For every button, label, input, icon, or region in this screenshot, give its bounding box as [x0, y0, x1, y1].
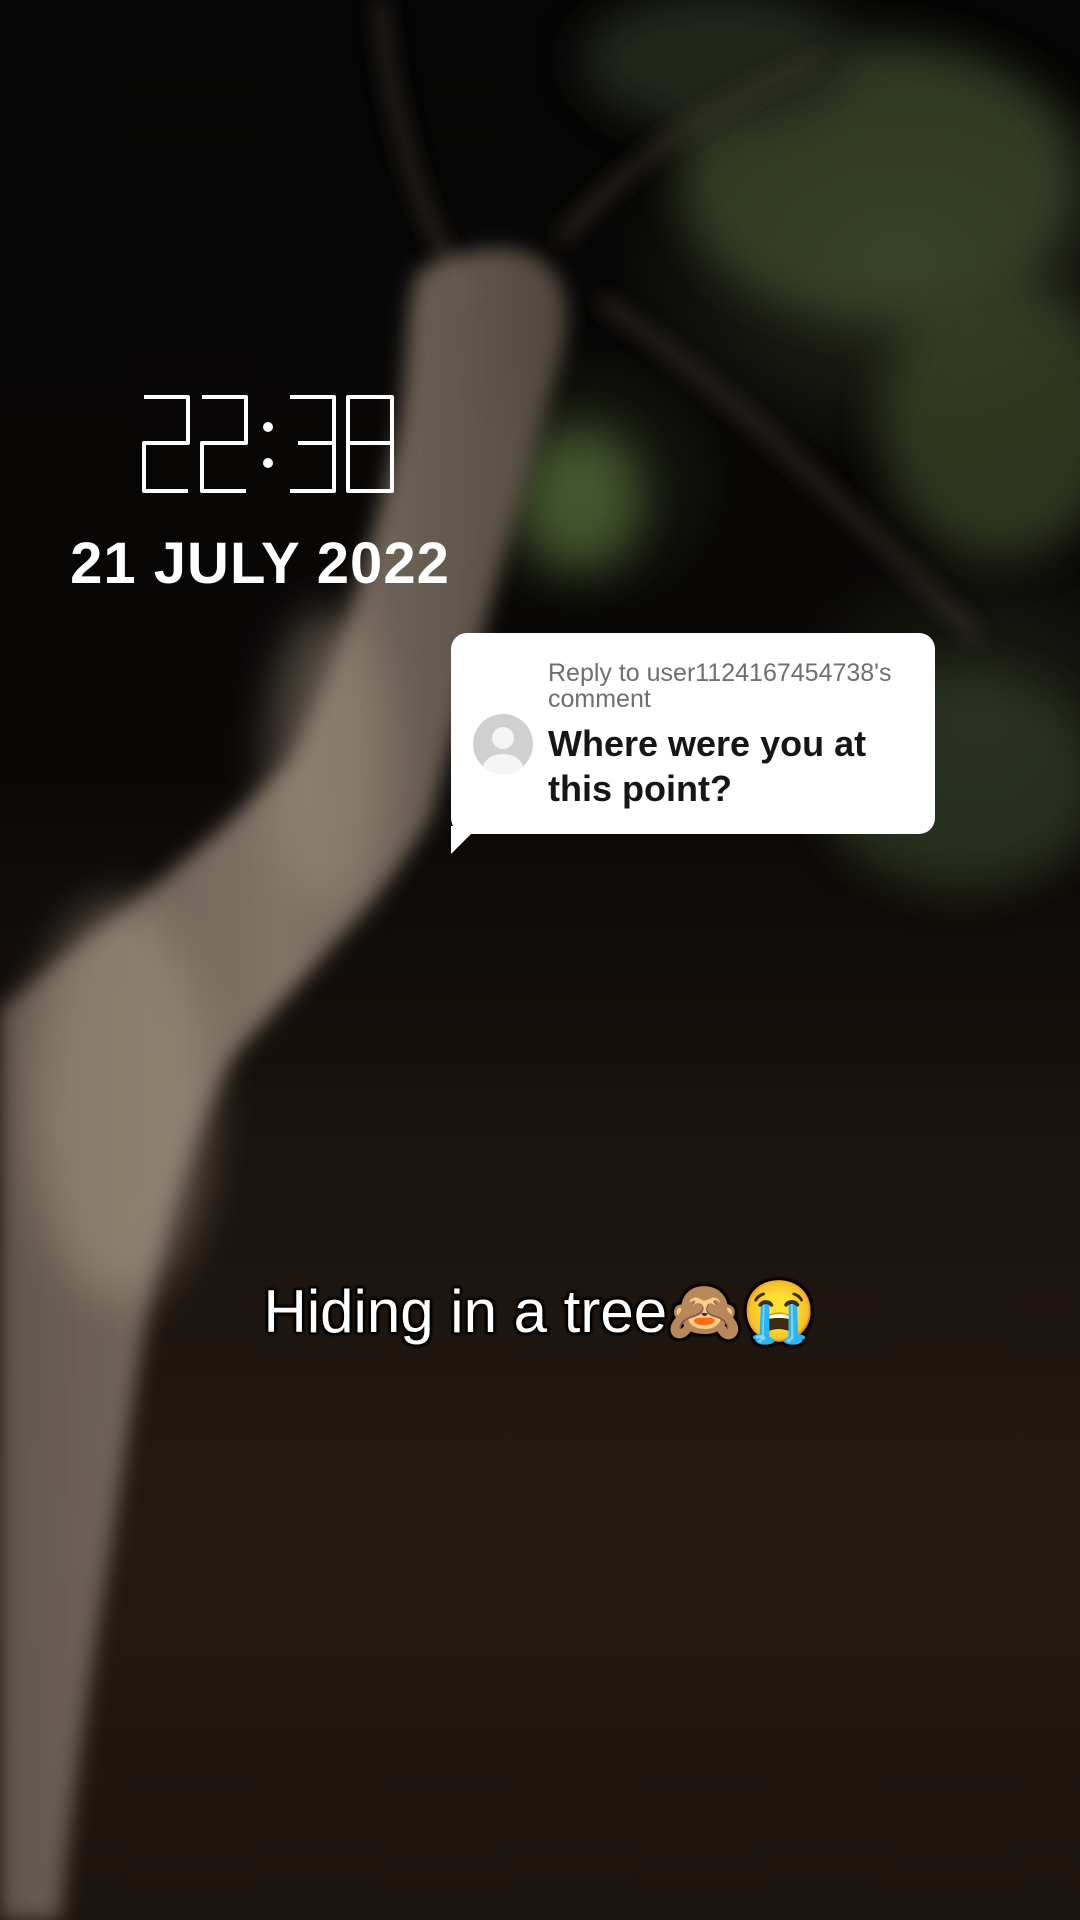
tree-background-image [0, 0, 1080, 1920]
default-avatar-icon [473, 714, 533, 774]
video-frame[interactable] [0, 0, 1080, 1920]
replied-comment-text: Where were you at this point? [548, 723, 867, 809]
date-overlay: 21 JULY 2022 [70, 531, 450, 596]
reply-card-tail [451, 826, 479, 854]
reply-comment-card[interactable]: Reply to user1124167454738's comment Whe… [451, 633, 935, 834]
video-caption: Hiding in a tree🙈😭 [263, 1278, 817, 1345]
reply-header-text: Reply to user1124167454738's comment [548, 659, 892, 713]
digital-clock-graphic [142, 395, 394, 493]
time-overlay [140, 393, 400, 497]
